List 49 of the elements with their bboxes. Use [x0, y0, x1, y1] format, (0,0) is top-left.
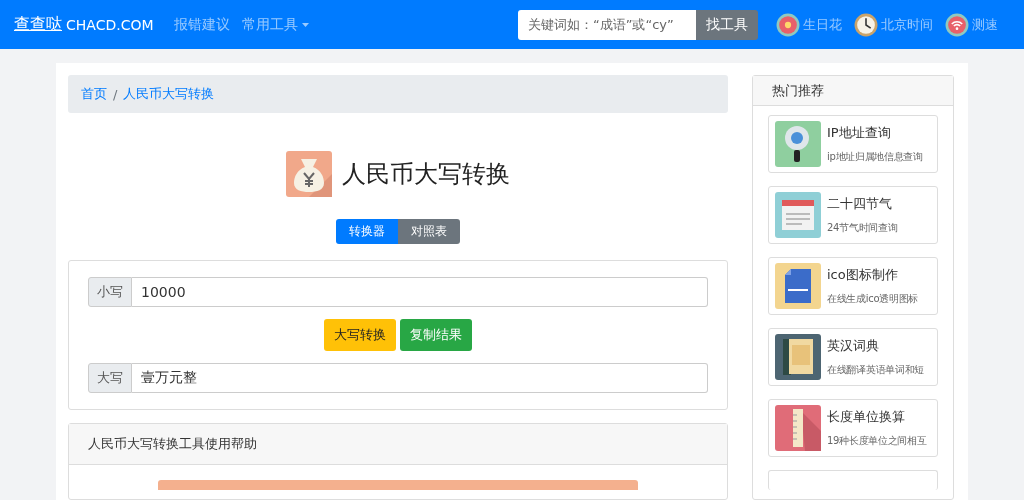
breadcrumb-link[interactable]: 人民币大写转换 — [123, 85, 215, 103]
tool-title: 二十四节气 — [827, 195, 893, 213]
tool-description: 19种长度单位之间相互 — [827, 434, 927, 448]
tool-description: 在线翻译英语单词和短 — [827, 363, 924, 377]
clock-icon — [854, 12, 878, 37]
tool-description: ip地址归属地信息查询 — [827, 150, 923, 164]
search-field[interactable]: 关键词如：“成语”或“cy” — [518, 9, 696, 40]
sidebar-title: 热门推荐 — [753, 76, 953, 106]
tool-card-link[interactable]: ico图标制作 在线生成ico透明图标 — [768, 257, 938, 315]
tool-card-link[interactable] — [768, 470, 938, 490]
input-label: 小写 — [88, 277, 132, 307]
tool-title: 英汉词典 — [827, 337, 880, 355]
tool-card-link[interactable]: 长度单位换算 19种长度单位之间相互 — [768, 399, 938, 457]
nav-link[interactable]: 报错建议 — [173, 15, 230, 34]
flower-icon — [776, 12, 800, 37]
page-title: 人民币大写转换 — [342, 159, 510, 190]
tool-title: IP地址查询 — [827, 124, 892, 142]
result-field[interactable]: 壹万元整 — [132, 363, 708, 393]
tool-title: ico图标制作 — [827, 266, 899, 284]
tool-card-link[interactable]: 英汉词典 在线翻译英语单词和短 — [768, 328, 938, 386]
shortcut-link[interactable]: 北京时间 — [854, 12, 933, 37]
tool-description: 在线生成ico透明图标 — [827, 292, 919, 306]
site-logo-link[interactable]: 查查哒 — [14, 14, 62, 35]
wifi-icon — [945, 12, 969, 37]
convert-button[interactable]: 大写转换 — [324, 319, 396, 351]
tab[interactable]: 转换器 — [336, 219, 398, 244]
help-card-title: 人民币大写转换工具使用帮助 — [69, 424, 727, 465]
breadcrumb-link[interactable]: 首页 — [81, 85, 107, 103]
tool-title: 长度单位换算 — [827, 408, 906, 426]
tool-description: 24节气时间查询 — [827, 221, 898, 235]
tool-card-link[interactable]: IP地址查询 ip地址归属地信息查询 — [768, 115, 938, 173]
shortcut-link[interactable]: 测速 — [945, 12, 998, 37]
copy-button[interactable]: 复制结果 — [400, 319, 472, 351]
input-label: 大写 — [88, 363, 132, 393]
nav-dropdown[interactable]: 常用工具 — [241, 15, 309, 34]
book-icon — [775, 334, 821, 380]
tool-card-link[interactable]: 二十四节气 24节气时间查询 — [768, 186, 938, 244]
ruler-icon — [775, 405, 821, 451]
calendar-icon — [775, 192, 821, 238]
amount-field[interactable]: 10000 — [132, 277, 708, 307]
site-domain: CHACD.COM — [66, 16, 154, 33]
caret-icon — [301, 22, 309, 27]
search-button[interactable]: 找工具 — [696, 9, 758, 40]
breadcrumb-separator: / — [113, 86, 118, 102]
tab[interactable]: 对照表 — [398, 219, 460, 244]
magnifier-icon — [775, 121, 821, 167]
money-bag-icon — [286, 151, 332, 197]
shortcut-link[interactable]: 生日花 — [776, 12, 842, 37]
file-icon — [775, 263, 821, 309]
